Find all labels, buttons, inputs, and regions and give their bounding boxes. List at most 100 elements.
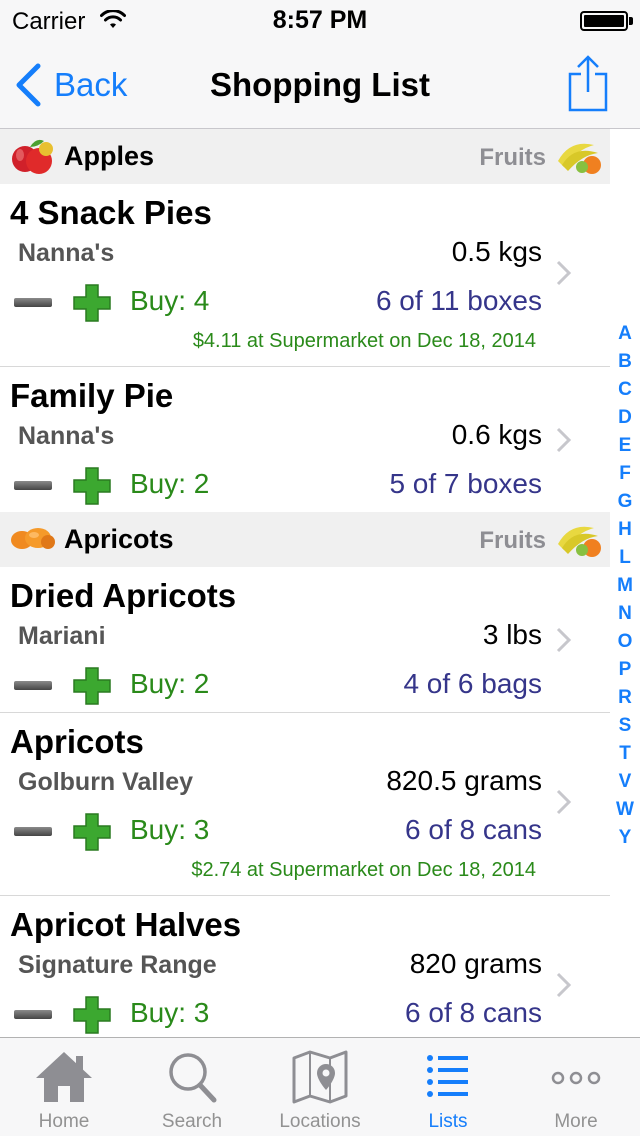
list-item[interactable]: Apricot Halves Signature Range 820 grams… [0, 896, 610, 1037]
apple-icon [12, 139, 53, 174]
index-letter[interactable]: C [612, 376, 638, 404]
chevron-right-icon [556, 627, 572, 653]
stock-level: 6 of 8 cans [405, 814, 542, 845]
stock-level: 6 of 11 boxes [375, 285, 542, 316]
decrease-button[interactable] [14, 481, 52, 490]
index-letter[interactable]: D [612, 404, 638, 432]
section-category: Fruits [479, 144, 546, 171]
section-category: Fruits [479, 527, 546, 554]
item-name: Apricot Halves [10, 906, 242, 943]
index-letter[interactable]: M [612, 572, 638, 600]
list-icon [427, 1055, 468, 1097]
battery-tip [629, 17, 633, 25]
increase-button[interactable] [72, 466, 112, 506]
map-pin-icon [292, 1050, 348, 1104]
index-letter[interactable]: R [612, 684, 638, 712]
index-letter[interactable]: V [612, 768, 638, 796]
item-brand: Golburn Valley [18, 768, 194, 796]
shopping-list: Apples Fruits 4 Snack Pies Nanna's 0.5 k… [0, 129, 610, 1037]
index-letter[interactable]: N [612, 600, 638, 628]
buy-quantity: Buy: 3 [130, 997, 210, 1028]
magnifier-icon [169, 1053, 217, 1103]
index-letter[interactable]: W [612, 796, 638, 824]
tab-label: More [554, 1111, 598, 1132]
increase-button[interactable] [72, 283, 112, 323]
chevron-right-icon [556, 789, 572, 815]
item-name: Family Pie [10, 377, 174, 414]
list-item[interactable]: Dried Apricots Mariani 3 lbs Buy: 2 4 of… [0, 567, 610, 713]
index-letter[interactable]: A [612, 320, 638, 348]
index-letter[interactable]: B [612, 348, 638, 376]
index-letter[interactable]: E [612, 432, 638, 460]
page-title: Shopping List [210, 66, 430, 103]
tab-label: Lists [428, 1111, 468, 1132]
fruits-icon [558, 143, 601, 174]
stock-level: 5 of 7 boxes [389, 468, 542, 499]
tab-label: Search [161, 1111, 223, 1132]
list-item[interactable]: Apricots Golburn Valley 820.5 grams Buy:… [0, 713, 610, 896]
item-brand: Signature Range [18, 951, 217, 979]
item-brand: Mariani [18, 622, 106, 650]
item-name: Dried Apricots [10, 577, 237, 614]
buy-quantity: Buy: 2 [130, 468, 210, 499]
list-item[interactable]: 4 Snack Pies Nanna's 0.5 kgs Buy: 4 6 of… [0, 184, 610, 367]
tab-search[interactable]: Search [128, 1038, 256, 1136]
tab-home[interactable]: Home [0, 1038, 128, 1136]
decrease-button[interactable] [14, 681, 52, 690]
buy-quantity: Buy: 2 [130, 668, 210, 699]
item-name: Apricots [10, 723, 144, 760]
item-brand: Nanna's [18, 422, 115, 450]
chevron-right-icon [556, 972, 572, 998]
tab-label: Locations [279, 1111, 361, 1132]
index-letter[interactable]: L [612, 544, 638, 572]
tab-label: Home [38, 1111, 90, 1132]
house-icon [36, 1052, 92, 1102]
increase-button[interactable] [72, 995, 112, 1035]
index-letter[interactable]: H [612, 516, 638, 544]
section-header-apricots: Apricots Fruits [0, 512, 610, 567]
section-title: Apples [64, 141, 155, 171]
buy-quantity: Buy: 4 [130, 285, 210, 316]
share-icon[interactable] [566, 54, 610, 112]
index-letter[interactable]: S [612, 712, 638, 740]
ellipsis-icon [551, 1071, 601, 1085]
index-letter[interactable]: T [612, 740, 638, 768]
stock-level: 6 of 8 cans [405, 997, 542, 1028]
section-index[interactable]: A B C D E F G H L M N O P R S T V W Y [612, 320, 638, 852]
tab-bar: Home Search Locations Lists More [0, 1037, 640, 1136]
tab-more[interactable]: More [512, 1038, 640, 1136]
item-size: 820 grams [409, 948, 542, 979]
item-name: 4 Snack Pies [10, 194, 212, 231]
stock-level: 4 of 6 bags [403, 668, 542, 699]
clock: 8:57 PM [272, 6, 368, 34]
decrease-button[interactable] [14, 827, 52, 836]
item-size: 820.5 grams [386, 765, 542, 796]
decrease-button[interactable] [14, 1010, 52, 1019]
fruits-icon [558, 526, 601, 557]
item-size: 0.6 kgs [451, 419, 542, 450]
increase-button[interactable] [72, 812, 112, 852]
chevron-right-icon [556, 427, 572, 453]
increase-button[interactable] [72, 666, 112, 706]
tab-locations[interactable]: Locations [256, 1038, 384, 1136]
decrease-button[interactable] [14, 298, 52, 307]
index-letter[interactable]: Y [612, 824, 638, 852]
index-letter[interactable]: F [612, 460, 638, 488]
price-note: $2.74 at Supermarket on Dec 18, 2014 [191, 859, 536, 881]
index-letter[interactable]: O [612, 628, 638, 656]
battery-icon [580, 11, 628, 31]
section-title: Apricots [64, 524, 174, 554]
status-bar: Carrier 8:57 PM [0, 0, 640, 40]
index-letter[interactable]: P [612, 656, 638, 684]
navigation-bar: Back Shopping List [0, 40, 640, 129]
price-note: $4.11 at Supermarket on Dec 18, 2014 [192, 330, 536, 352]
tab-lists[interactable]: Lists [384, 1038, 512, 1136]
item-size: 0.5 kgs [451, 236, 542, 267]
item-size: 3 lbs [482, 619, 542, 650]
apricot-icon [11, 528, 55, 549]
index-letter[interactable]: G [612, 488, 638, 516]
section-header-apples: Apples Fruits [0, 129, 610, 184]
item-brand: Nanna's [18, 239, 115, 267]
list-item[interactable]: Family Pie Nanna's 0.6 kgs Buy: 2 5 of 7… [0, 367, 610, 512]
buy-quantity: Buy: 3 [130, 814, 210, 845]
